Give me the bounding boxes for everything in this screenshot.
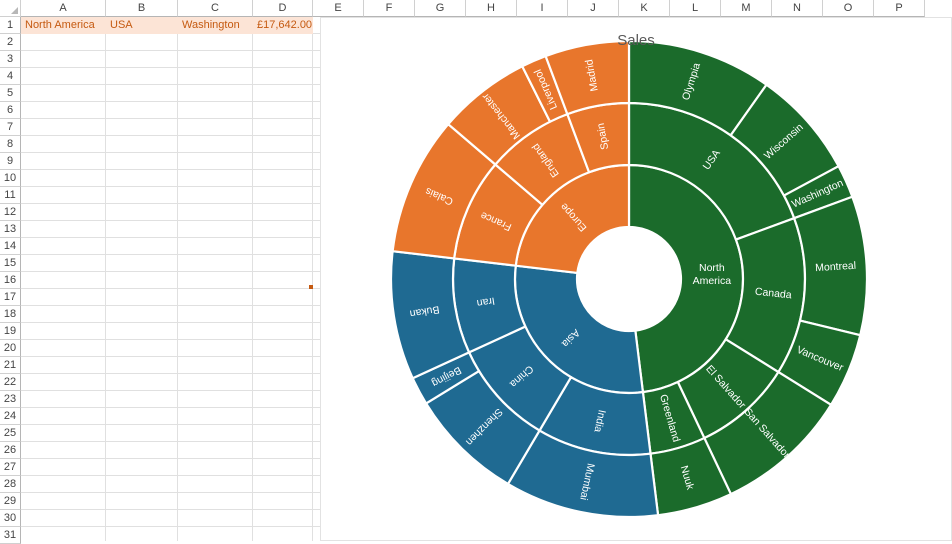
column-header-G[interactable]: G	[415, 0, 466, 17]
row-header-15[interactable]: 15	[0, 255, 21, 272]
sunburst-slices	[389, 39, 869, 519]
row-header-13[interactable]: 13	[0, 221, 21, 238]
column-header-M[interactable]: M	[721, 0, 772, 17]
column-header-J[interactable]: J	[568, 0, 619, 17]
row-header-7[interactable]: 7	[0, 119, 21, 136]
row-header-20[interactable]: 20	[0, 340, 21, 357]
row-header-1[interactable]: 1	[0, 17, 21, 34]
row-header-9[interactable]: 9	[0, 153, 21, 170]
column-header-C[interactable]: C	[178, 0, 253, 17]
column-header-F[interactable]: F	[364, 0, 415, 17]
row-header-3[interactable]: 3	[0, 51, 21, 68]
column-header-D[interactable]: D	[253, 0, 313, 17]
gridline-vertical	[177, 17, 178, 541]
column-header-B[interactable]: B	[106, 0, 178, 17]
row-header-14[interactable]: 14	[0, 238, 21, 255]
column-header-A[interactable]: A	[21, 0, 106, 17]
gridline-vertical	[105, 17, 106, 541]
row-header-22[interactable]: 22	[0, 374, 21, 391]
row-header-10[interactable]: 10	[0, 170, 21, 187]
row-header-16[interactable]: 16	[0, 272, 21, 289]
row-header-27[interactable]: 27	[0, 459, 21, 476]
row-header-6[interactable]: 6	[0, 102, 21, 119]
column-header-K[interactable]: K	[619, 0, 670, 17]
row-header-8[interactable]: 8	[0, 136, 21, 153]
select-all-triangle-icon	[11, 7, 18, 14]
row-header-30[interactable]: 30	[0, 510, 21, 527]
table-cell-area[interactable]: Washington	[178, 17, 253, 34]
row-header-11[interactable]: 11	[0, 187, 21, 204]
slice-label: Montreal	[815, 260, 856, 274]
column-header-H[interactable]: H	[466, 0, 517, 17]
row-header-25[interactable]: 25	[0, 425, 21, 442]
column-header-P[interactable]: P	[874, 0, 925, 17]
row-header-4[interactable]: 4	[0, 68, 21, 85]
row-header-5[interactable]: 5	[0, 85, 21, 102]
row-header-18[interactable]: 18	[0, 306, 21, 323]
select-all-corner[interactable]	[0, 0, 21, 17]
row-header-28[interactable]: 28	[0, 476, 21, 493]
row-header-12[interactable]: 12	[0, 204, 21, 221]
row-header-24[interactable]: 24	[0, 408, 21, 425]
column-header-N[interactable]: N	[772, 0, 823, 17]
row-header-29[interactable]: 29	[0, 493, 21, 510]
table-cell-country[interactable]: USA	[106, 17, 178, 34]
table-cell-continent[interactable]: North America	[21, 17, 106, 34]
row-header-26[interactable]: 26	[0, 442, 21, 459]
column-header-L[interactable]: L	[670, 0, 721, 17]
row-header-17[interactable]: 17	[0, 289, 21, 306]
table-cell-total[interactable]: £17,642.00	[253, 17, 313, 34]
sunburst-chart[interactable]: Sales North America USA Olympia Wisconsin Was…	[320, 17, 952, 541]
gridline-vertical	[312, 17, 313, 541]
column-header-E[interactable]: E	[313, 0, 364, 17]
column-header-I[interactable]: I	[517, 0, 568, 17]
row-header-31[interactable]: 31	[0, 527, 21, 544]
table-resize-handle[interactable]	[309, 285, 313, 289]
row-header-19[interactable]: 19	[0, 323, 21, 340]
column-header-O[interactable]: O	[823, 0, 874, 17]
row-header-2[interactable]: 2	[0, 34, 21, 51]
row-header-23[interactable]: 23	[0, 391, 21, 408]
gridline-vertical	[252, 17, 253, 541]
chart-title: Sales	[617, 32, 655, 49]
sunburst-svg[interactable]: North AmericaUSAOlympiaWisconsinWashingto…	[321, 18, 952, 542]
row-header-21[interactable]: 21	[0, 357, 21, 374]
